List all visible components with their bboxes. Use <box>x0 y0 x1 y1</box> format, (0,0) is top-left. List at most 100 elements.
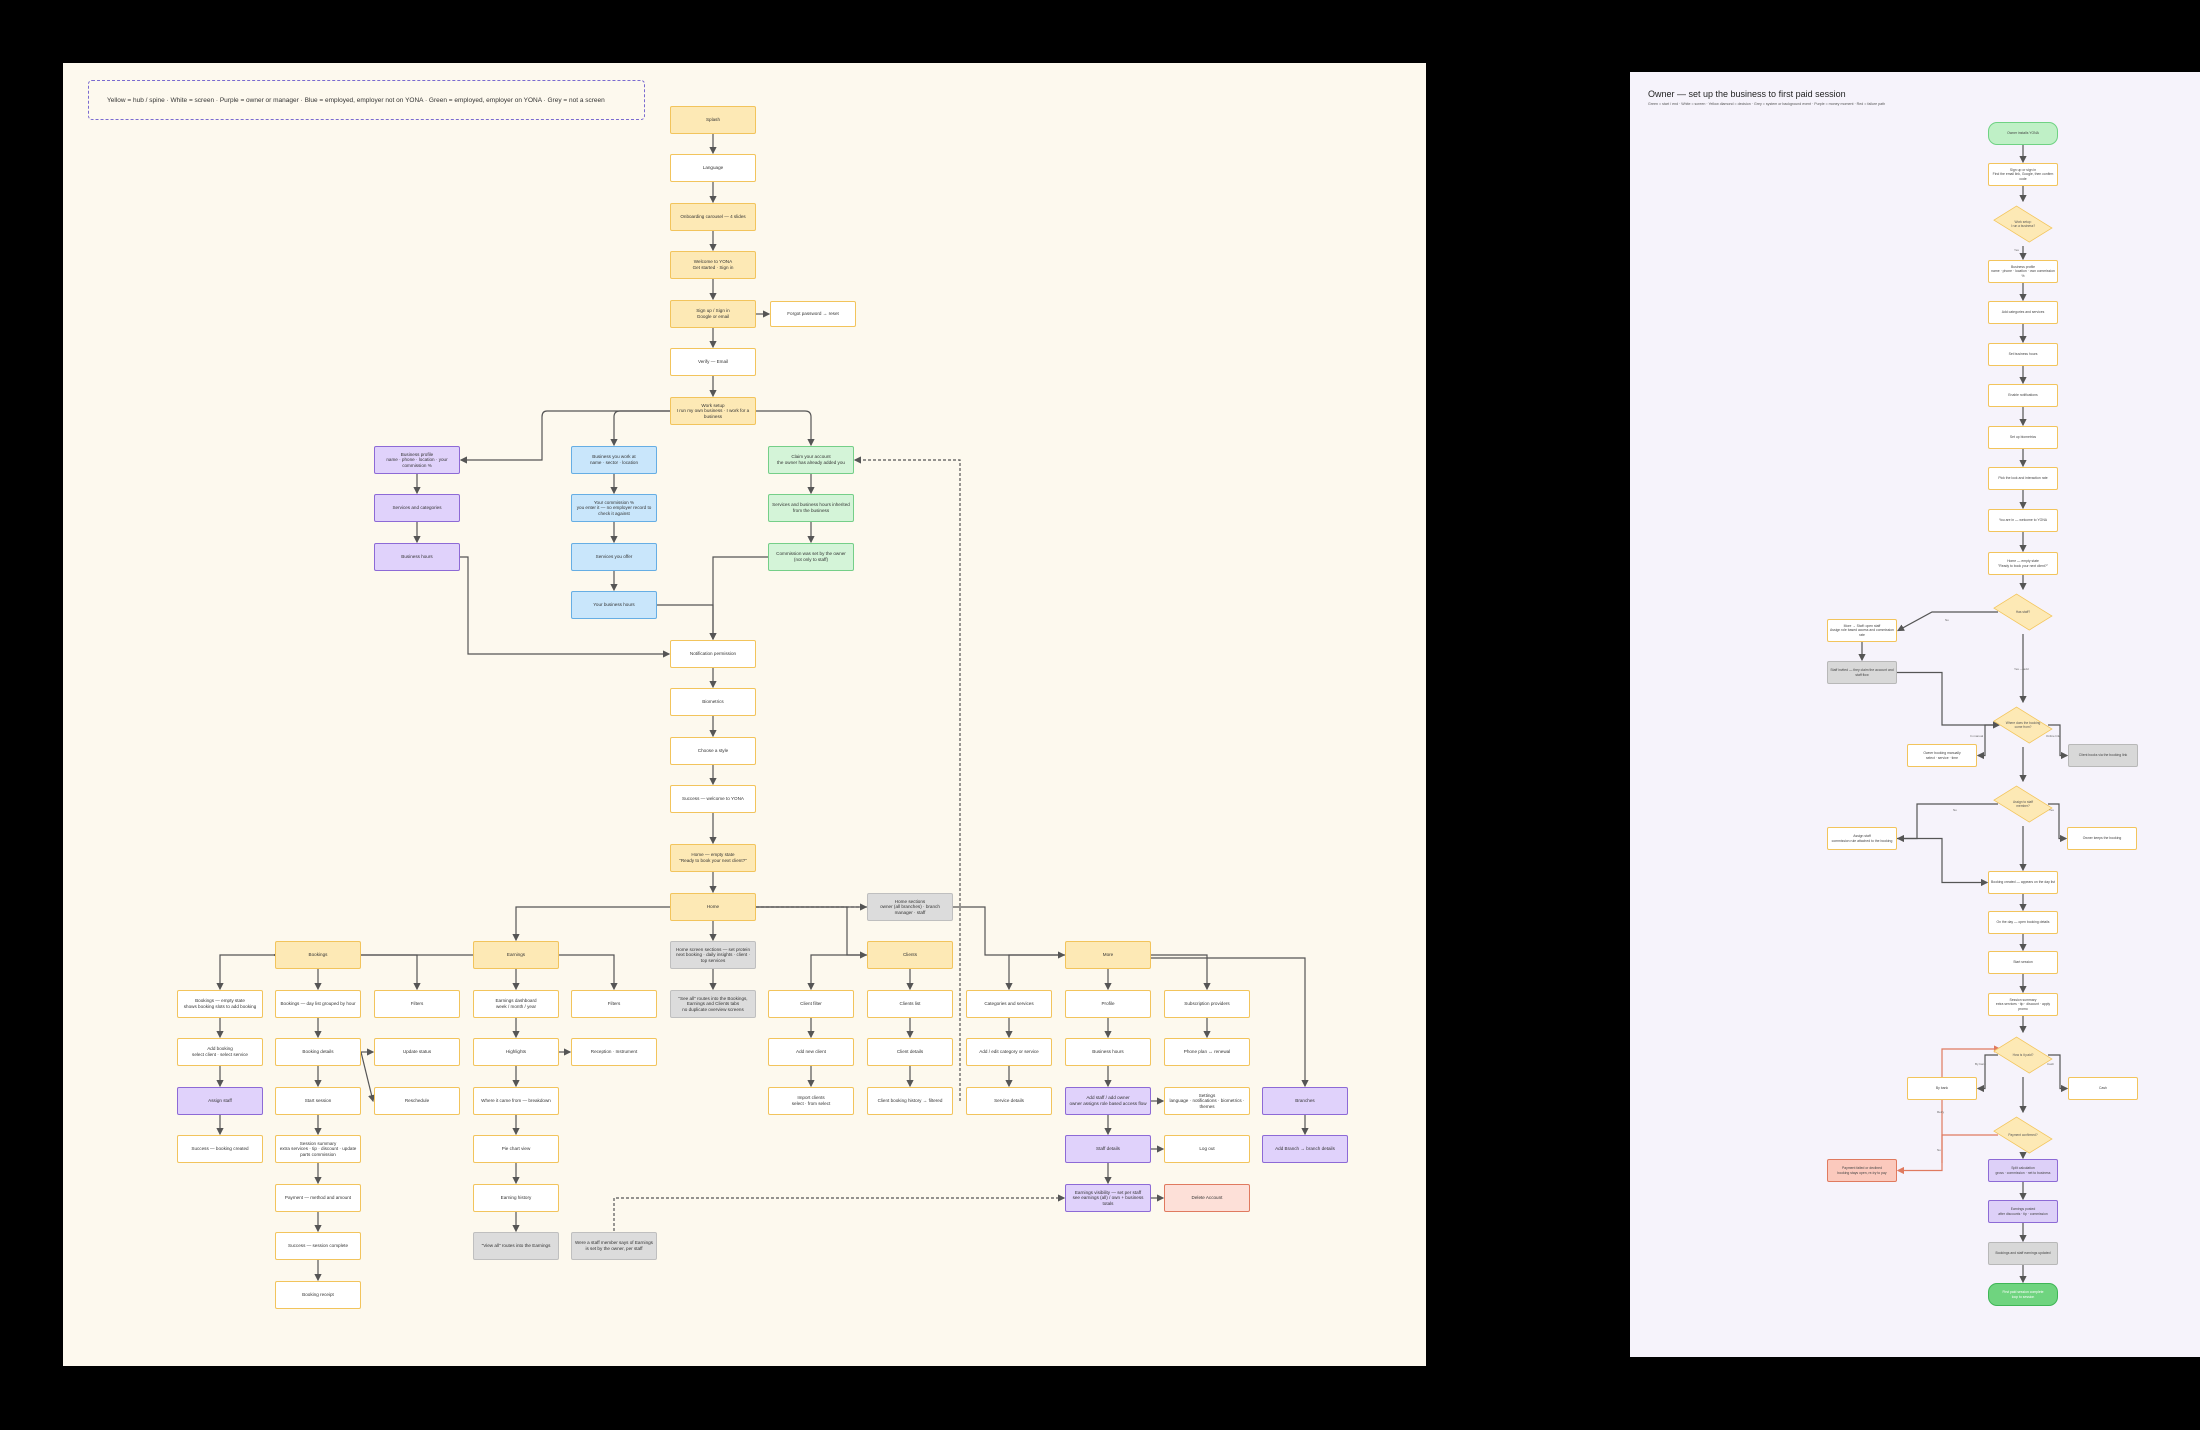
node-mo-service[interactable]: Service details <box>966 1087 1052 1115</box>
node-er-reception[interactable]: Reception · Instrument <box>571 1038 657 1066</box>
node-cl-import[interactable]: Import clients select · from select <box>768 1087 854 1115</box>
node-chooselook[interactable]: Choose a style <box>670 737 756 765</box>
node-r-summary[interactable]: Session summary extra services · tip · d… <box>1988 993 2058 1016</box>
node-cl-add[interactable]: Add new client <box>768 1038 854 1066</box>
node-r-split[interactable]: Split calculation gross · commission · n… <box>1988 1159 2058 1182</box>
node-er-where[interactable]: Where it came from — breakdown <box>473 1087 559 1115</box>
node-bk-summary[interactable]: Session summary extra services · tip · d… <box>275 1135 361 1163</box>
node-r-notif[interactable]: Enable notifications <box>1988 384 2058 407</box>
node-r-d4[interactable]: Assign to staff member? <box>1988 782 2058 826</box>
node-mo-branches[interactable]: Branches <box>1262 1087 1348 1115</box>
node-r-d5[interactable]: How is it paid? <box>1988 1033 2058 1077</box>
node-commissionset[interactable]: Commission was set by the owner (not onl… <box>768 543 854 571</box>
node-r-staffinv[interactable]: Staff invited — they claim the account a… <box>1827 661 1897 684</box>
node-r-profile[interactable]: Business profile name · phone · location… <box>1988 260 2058 283</box>
node-r-manual[interactable]: Owner booking manually select · service … <box>1907 744 1977 767</box>
node-earnings[interactable]: Earnings <box>473 941 559 969</box>
node-er-filters[interactable]: Filters <box>571 990 657 1018</box>
node-er-dashboard[interactable]: Earnings dashboard week / month / year <box>473 990 559 1018</box>
node-bk-add[interactable]: Add booking select client · select servi… <box>177 1038 263 1066</box>
node-bk-empty[interactable]: Bookings — empty state shows booking slo… <box>177 990 263 1018</box>
node-cl-details[interactable]: Client details <box>867 1038 953 1066</box>
node-r-end[interactable]: First paid session complete loop to sess… <box>1988 1283 2058 1306</box>
node-home[interactable]: Home <box>670 893 756 921</box>
node-worksetup[interactable]: Work setup I run my own business · I wor… <box>670 397 756 425</box>
node-r-fail[interactable]: Payment failed or declined booking stays… <box>1827 1159 1897 1182</box>
node-homesections[interactable]: Home sections owner (all branches) · bra… <box>867 893 953 921</box>
node-mo-settings[interactable]: Settings language · notifications · biom… <box>1164 1087 1250 1115</box>
node-success[interactable]: Success — welcome to YONA <box>670 785 756 813</box>
node-bookings[interactable]: Bookings <box>275 941 361 969</box>
node-r-receipt[interactable]: Bookings and staff earnings updated <box>1988 1242 2058 1265</box>
node-mo-earnings[interactable]: Earnings visibility — set per staff see … <box>1065 1184 1151 1212</box>
node-servicesoffer[interactable]: Services you offer <box>571 543 657 571</box>
node-bk-done[interactable]: Success — session complete <box>275 1232 361 1260</box>
node-seeall[interactable]: "See all" routes into the Bookings, Earn… <box>670 990 756 1018</box>
node-bk-receipt[interactable]: Booking receipt <box>275 1281 361 1309</box>
node-verify[interactable]: Verify — Email <box>670 348 756 376</box>
node-bk-details[interactable]: Booking details <box>275 1038 361 1066</box>
node-commission[interactable]: Your commission % you enter it — no empl… <box>571 494 657 522</box>
node-bk-update[interactable]: Update status <box>374 1038 460 1066</box>
node-er-viewall[interactable]: "View all" routes into the Earnings <box>473 1232 559 1260</box>
node-bk-reschedule[interactable]: Reschedule <box>374 1087 460 1115</box>
node-r-bio[interactable]: Set up biometrics <box>1988 426 2058 449</box>
node-mo-addbranch[interactable]: Add Branch → branch details <box>1262 1135 1348 1163</box>
node-onboarding[interactable]: Onboarding carousel — 4 slides <box>670 203 756 231</box>
node-bk-filters[interactable]: Filters <box>374 990 460 1018</box>
node-more[interactable]: More <box>1065 941 1151 969</box>
node-cl-history[interactable]: Client booking history → filtered <box>867 1087 953 1115</box>
node-r-d1[interactable]: Work setup: I run a business? <box>1988 202 2058 246</box>
node-servicesinherit[interactable]: Services and business hours inherited fr… <box>768 494 854 522</box>
node-cl-list[interactable]: Clients list <box>867 990 953 1018</box>
node-r-earnings[interactable]: Earnings posted after discounts · tip · … <box>1988 1200 2058 1223</box>
node-splash[interactable]: Splash <box>670 106 756 134</box>
node-mo-phone[interactable]: Phone plan ↔ renewal <box>1164 1038 1250 1066</box>
node-bk-payment[interactable]: Payment — method and amount <box>275 1184 361 1212</box>
node-r-dayof[interactable]: On the day — open booking details <box>1988 911 2058 934</box>
node-er-staff[interactable]: Were a staff member says of Earnings is … <box>571 1232 657 1260</box>
node-bk-day[interactable]: Bookings — day list grouped by hour <box>275 990 361 1018</box>
node-er-history[interactable]: Earning history <box>473 1184 559 1212</box>
node-r-d6[interactable]: Payment confirmed? <box>1988 1113 2058 1157</box>
node-signup[interactable]: Sign up / Sign in Google or email <box>670 300 756 328</box>
node-mo-addstaff[interactable]: Add staff / add owner owner assigns role… <box>1065 1087 1151 1115</box>
node-mo-staffdetails[interactable]: Staff details <box>1065 1135 1151 1163</box>
node-r-card[interactable]: By bank <box>1907 1077 1977 1100</box>
node-r-d2[interactable]: Has staff? <box>1988 590 2058 634</box>
node-forgot[interactable]: Forgot password → reset <box>770 301 856 327</box>
node-mo-addedit[interactable]: Add / edit category or service <box>966 1038 1052 1066</box>
node-r-itself[interactable]: Owner keeps the booking <box>2067 827 2137 850</box>
node-mo-delete[interactable]: Delete Account <box>1164 1184 1250 1212</box>
node-bizwork[interactable]: Business you work at name · sector · loc… <box>571 446 657 474</box>
node-r-cash[interactable]: Cash <box>2068 1077 2138 1100</box>
node-mo-categories[interactable]: Categories and services <box>966 990 1052 1018</box>
node-r-booked[interactable]: Booking created — appears on the day lis… <box>1988 871 2058 894</box>
node-yourhours[interactable]: Your business hours <box>571 591 657 619</box>
node-homescreen[interactable]: Home screen sections — set protein next … <box>670 941 756 969</box>
node-biometrics[interactable]: Biometrics <box>670 688 756 716</box>
node-welcome[interactable]: Welcome to YONA Get started · Sign in <box>670 251 756 279</box>
node-mo-bizhours[interactable]: Business hours <box>1065 1038 1151 1066</box>
node-bizprofile[interactable]: Business profile name · phone · location… <box>374 446 460 474</box>
node-r-startsess[interactable]: Start session <box>1988 951 2058 974</box>
node-r-hours[interactable]: Set business hours <box>1988 343 2058 366</box>
node-claimaccount[interactable]: Claim your account the owner has already… <box>768 446 854 474</box>
node-cl-filter[interactable]: Client filter <box>768 990 854 1018</box>
node-notif[interactable]: Notification permission <box>670 640 756 668</box>
node-er-highlights[interactable]: Highlights <box>473 1038 559 1066</box>
node-clients[interactable]: Clients <box>867 941 953 969</box>
node-mo-profile[interactable]: Profile <box>1065 990 1151 1018</box>
node-r-online[interactable]: Client books via the booking link <box>2068 744 2138 767</box>
node-r-more[interactable]: More → Staff: open staff Assign role bas… <box>1827 619 1897 642</box>
node-mo-subscription[interactable]: Subscription providers <box>1164 990 1250 1018</box>
node-mo-logout[interactable]: Log out <box>1164 1135 1250 1163</box>
node-r-success[interactable]: You are in — welcome to YONA <box>1988 509 2058 532</box>
node-r-signup[interactable]: Sign up or sign in Find the email link, … <box>1988 163 2058 186</box>
node-bk-success[interactable]: Success — booking created <box>177 1135 263 1163</box>
node-r-home[interactable]: Home — empty state "Ready to book your n… <box>1988 552 2058 575</box>
node-bk-assign[interactable]: Assign staff <box>177 1087 263 1115</box>
node-bk-start[interactable]: Start session <box>275 1087 361 1115</box>
node-homeempty[interactable]: Home — empty state "Ready to book your n… <box>670 844 756 872</box>
node-r-start[interactable]: Owner installs YONA <box>1988 122 2058 145</box>
